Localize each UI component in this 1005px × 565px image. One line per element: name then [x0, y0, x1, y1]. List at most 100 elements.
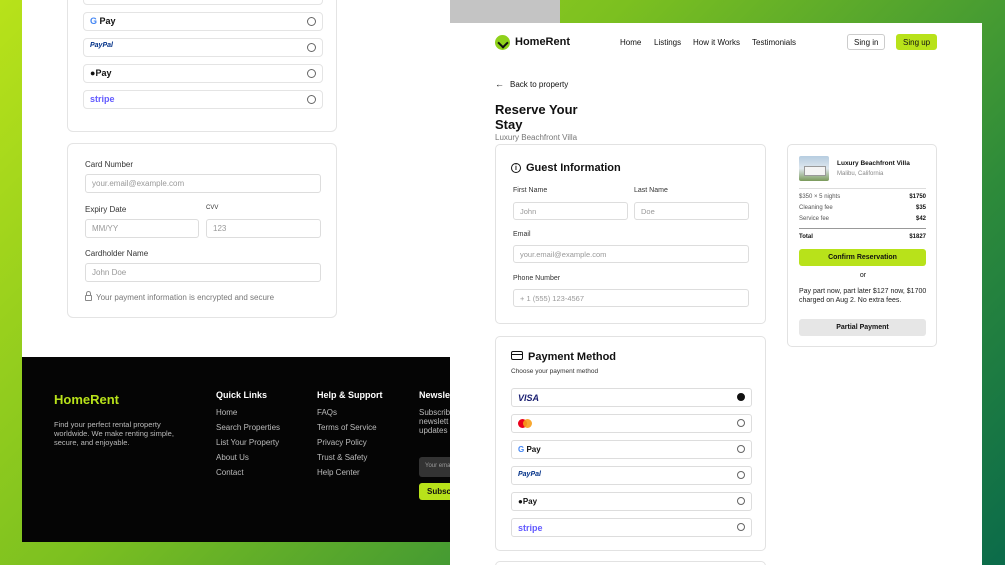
payment-option-mastercard[interactable] — [83, 0, 323, 5]
property-subtitle: Luxury Beachfront Villa — [495, 133, 578, 142]
last-name-input[interactable]: Doe — [634, 202, 749, 220]
nav-link-listings[interactable]: Listings — [654, 38, 681, 47]
guest-information-card: i Guest Information First Name John Last … — [495, 144, 766, 324]
payment-option-stripe[interactable]: stripe — [511, 518, 752, 537]
nav-link-testimonials[interactable]: Testimonials — [752, 38, 796, 47]
payment-option-gpay[interactable]: G Pay — [83, 12, 323, 31]
cardholder-label: Cardholder Name — [85, 249, 149, 258]
footer-link[interactable]: About Us — [216, 453, 280, 462]
footer-support-links: Help & Support FAQs Terms of Service Pri… — [317, 390, 383, 483]
partial-payment-button[interactable]: Partial Payment — [799, 319, 926, 336]
footer-link[interactable]: Home — [216, 408, 280, 417]
radio-button-selected[interactable] — [737, 393, 745, 401]
applepay-label: Pay — [522, 497, 538, 506]
footer-link[interactable]: FAQs — [317, 408, 383, 417]
email-label: Email — [513, 231, 531, 238]
row-label: Cleaning fee — [799, 205, 833, 211]
divider — [799, 228, 926, 229]
payment-option-applepay[interactable]: ●Pay — [83, 64, 323, 83]
cvv-label: CVV — [206, 205, 219, 211]
footer-newsletter: Newsle Subscrib newslett updates — [419, 390, 450, 441]
footer-link[interactable]: Search Properties — [216, 423, 280, 432]
radio-button[interactable] — [307, 69, 316, 78]
confirm-reservation-button[interactable]: Confirm Reservation — [799, 249, 926, 266]
partial-payment-text: Pay part now, part later $127 now, $1700… — [799, 288, 927, 304]
radio-button[interactable] — [737, 445, 745, 453]
support-title: Help & Support — [317, 390, 383, 400]
sign-in-button[interactable]: Sing in — [847, 34, 886, 50]
footer-link[interactable]: Help Center — [317, 468, 383, 477]
guest-info-title-text: Guest Information — [526, 162, 621, 174]
applepay-label: Pay — [95, 68, 112, 78]
booking-summary-card: Luxury Beachfront Villa Malibu, Californ… — [787, 144, 937, 347]
secure-note: Your payment information is encrypted an… — [85, 291, 275, 302]
stripe-logo: stripe — [518, 523, 543, 533]
checkout-page-front: HomeRent Home Listings How it Works Test… — [450, 23, 982, 565]
nav-link-home[interactable]: Home — [620, 38, 641, 47]
brand-name[interactable]: HomeRent — [515, 36, 570, 48]
payment-option-visa[interactable]: VISA — [511, 388, 752, 407]
google-g-icon: G — [90, 16, 98, 26]
payment-option-paypal[interactable]: PayPal — [511, 466, 752, 485]
summary-row: $350 × 5 nights $1750 — [799, 194, 926, 200]
payment-method-card: Payment Method Choose your payment metho… — [495, 336, 766, 551]
newsletter-email-input[interactable]: Your email — [419, 457, 450, 477]
secure-note-text: Your payment information is encrypted an… — [96, 293, 275, 302]
nav-link-how-it-works[interactable]: How it Works — [693, 38, 740, 47]
first-name-input[interactable]: John — [513, 202, 628, 220]
payment-option-mastercard[interactable] — [511, 414, 752, 433]
footer-link[interactable]: List Your Property — [216, 438, 280, 447]
radio-button[interactable] — [307, 95, 316, 104]
credit-card-icon — [511, 351, 523, 360]
back-to-property-link[interactable]: ← Back to property — [495, 79, 568, 89]
payment-option-gpay[interactable]: G Pay — [511, 440, 752, 459]
subscribe-button[interactable]: Subsc — [419, 483, 450, 500]
summary-row: Service fee $42 — [799, 216, 926, 222]
card-number-input[interactable]: your.email@example.com — [85, 174, 321, 193]
phone-input[interactable]: + 1 (555) 123-4567 — [513, 289, 749, 307]
page-title: Reserve Your Stay — [495, 102, 578, 132]
footer-brand[interactable]: HomeRent — [54, 392, 119, 407]
radio-button[interactable] — [307, 43, 316, 52]
paypal-logo: PayPal — [90, 42, 113, 49]
footer-quick-links: Quick Links Home Search Properties List … — [216, 390, 280, 483]
next-section-card — [495, 561, 766, 565]
footer-link[interactable]: Trust & Safety — [317, 453, 383, 462]
payment-method-subtitle: Choose your payment method — [511, 368, 599, 375]
cvv-input[interactable]: 123 — [206, 219, 321, 238]
footer-link[interactable]: Privacy Policy — [317, 438, 383, 447]
checkout-page-back: G Pay PayPal ●Pay stripe Card Number you… — [22, 0, 450, 542]
payment-method-title: Payment Method — [511, 351, 616, 363]
email-input[interactable]: your.email@example.com — [513, 245, 749, 263]
divider — [799, 188, 926, 189]
payment-option-applepay[interactable]: ●Pay — [511, 492, 752, 511]
arrow-left-icon: ← — [495, 79, 504, 89]
last-name-label: Last Name — [634, 187, 668, 194]
radio-button[interactable] — [737, 471, 745, 479]
first-name-label: First Name — [513, 187, 548, 194]
payment-option-paypal[interactable]: PayPal — [83, 38, 323, 57]
radio-button[interactable] — [737, 419, 745, 427]
row-value: $1750 — [909, 194, 926, 200]
info-icon: i — [511, 163, 521, 173]
sign-up-button[interactable]: Sing up — [896, 34, 938, 50]
footer-link[interactable]: Contact — [216, 468, 280, 477]
radio-button[interactable] — [307, 17, 316, 26]
expiry-input[interactable]: MM/YY — [85, 219, 199, 238]
cardholder-input[interactable]: John Doe — [85, 263, 321, 282]
logo-icon[interactable] — [495, 35, 510, 50]
site-footer: HomeRent Find your perfect rental proper… — [22, 357, 450, 542]
footer-link[interactable]: Terms of Service — [317, 423, 383, 432]
radio-button[interactable] — [737, 497, 745, 505]
summary-row: Cleaning fee $35 — [799, 205, 926, 211]
radio-button[interactable] — [737, 523, 745, 531]
gpay-label: Pay — [526, 445, 541, 454]
summary-property-name: Luxury Beachfront Villa — [837, 160, 910, 167]
total-label: Total — [799, 234, 813, 240]
mastercard-icon — [518, 419, 532, 428]
property-thumbnail — [799, 156, 829, 181]
total-value: $1827 — [909, 234, 926, 240]
payment-option-stripe[interactable]: stripe — [83, 90, 323, 109]
newsletter-title: Newsle — [419, 390, 450, 400]
row-value: $42 — [915, 216, 926, 222]
